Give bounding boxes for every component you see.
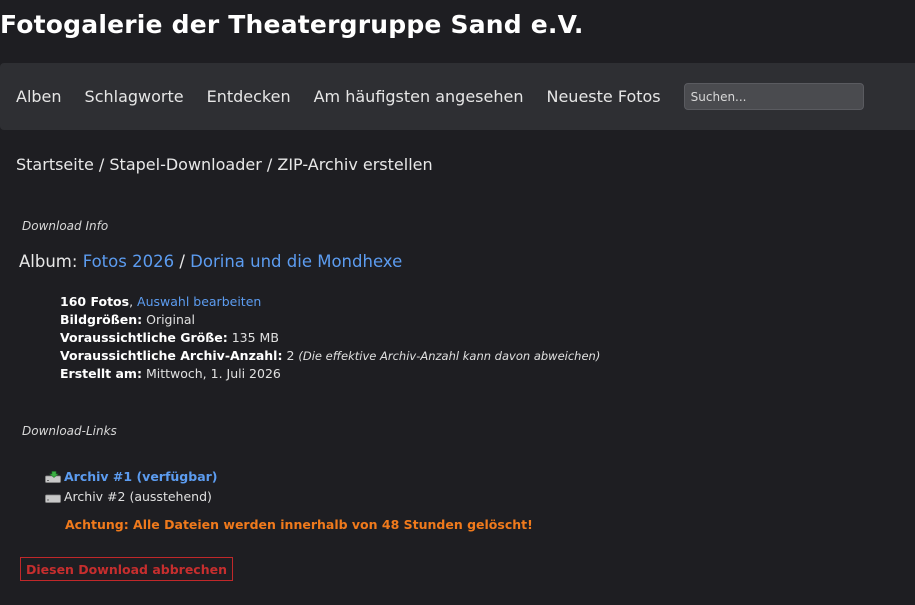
image-size-row: Bildgrößen: Original bbox=[60, 311, 600, 329]
archive-row-1[interactable]: Archiv #1 (verfügbar) bbox=[45, 467, 218, 487]
nav-item-alben[interactable]: Alben bbox=[16, 87, 62, 106]
nav-item-newest-photos[interactable]: Neueste Fotos bbox=[546, 87, 660, 106]
estimated-size-row: Voraussichtliche Größe: 135 MB bbox=[60, 329, 600, 347]
main-navbar: Alben Schlagworte Entdecken Am häufigste… bbox=[0, 63, 915, 130]
download-links-label: Download-Links bbox=[22, 424, 117, 438]
deletion-warning: Achtung: Alle Dateien werden innerhalb v… bbox=[65, 517, 533, 532]
nav-item-most-viewed[interactable]: Am häufigsten angesehen bbox=[314, 87, 524, 106]
drive-icon bbox=[45, 494, 61, 503]
created-label: Erstellt am: bbox=[60, 366, 142, 381]
created-value: Mittwoch, 1. Juli 2026 bbox=[145, 366, 281, 381]
image-size-label: Bildgrößen: bbox=[60, 312, 143, 327]
breadcrumb: Startseite / Stapel-Downloader / ZIP-Arc… bbox=[16, 155, 433, 174]
estimated-size-value: 135 MB bbox=[231, 330, 279, 345]
estimated-size-label: Voraussichtliche Größe: bbox=[60, 330, 228, 345]
album-name-link[interactable]: Dorina und die Mondhexe bbox=[190, 252, 402, 271]
site-title: Fotogalerie der Theatergruppe Sand e.V. bbox=[0, 10, 584, 39]
album-separator: / bbox=[179, 252, 185, 271]
download-details: 160 Fotos, Auswahl bearbeiten Bildgrößen… bbox=[60, 293, 600, 383]
drive-download-icon bbox=[45, 471, 61, 483]
download-info-label: Download Info bbox=[22, 219, 109, 233]
archive-list: Archiv #1 (verfügbar) Archiv #2 (aussteh… bbox=[45, 467, 218, 507]
album-line: Album: Fotos 2026 / Dorina und die Mondh… bbox=[19, 252, 402, 271]
estimated-archives-row: Voraussichtliche Archiv-Anzahl: 2 (Die e… bbox=[60, 347, 600, 365]
archive-1-link[interactable]: Archiv #1 (verfügbar) bbox=[64, 467, 218, 487]
estimated-archives-value: 2 bbox=[286, 348, 295, 363]
archive-row-2: Archiv #2 (ausstehend) bbox=[45, 487, 218, 507]
estimated-archives-label: Voraussichtliche Archiv-Anzahl: bbox=[60, 348, 283, 363]
edit-selection-link[interactable]: Auswahl bearbeiten bbox=[137, 294, 261, 309]
nav-item-schlagworte[interactable]: Schlagworte bbox=[85, 87, 184, 106]
photo-count: 160 Fotos bbox=[60, 294, 130, 309]
album-parent-link[interactable]: Fotos 2026 bbox=[83, 252, 174, 271]
image-size-value: Original bbox=[146, 312, 196, 327]
search-input[interactable] bbox=[683, 83, 864, 110]
cancel-download-button[interactable]: Diesen Download abbrechen bbox=[20, 557, 233, 581]
album-prefix: Album: bbox=[19, 252, 78, 271]
photo-count-row: 160 Fotos, Auswahl bearbeiten bbox=[60, 294, 262, 309]
archive-2-label: Archiv #2 (ausstehend) bbox=[64, 489, 212, 504]
nav-item-entdecken[interactable]: Entdecken bbox=[207, 87, 291, 106]
estimated-archives-note: (Die effektive Archiv-Anzahl kann davon … bbox=[298, 349, 601, 363]
created-row: Erstellt am: Mittwoch, 1. Juli 2026 bbox=[60, 365, 600, 383]
